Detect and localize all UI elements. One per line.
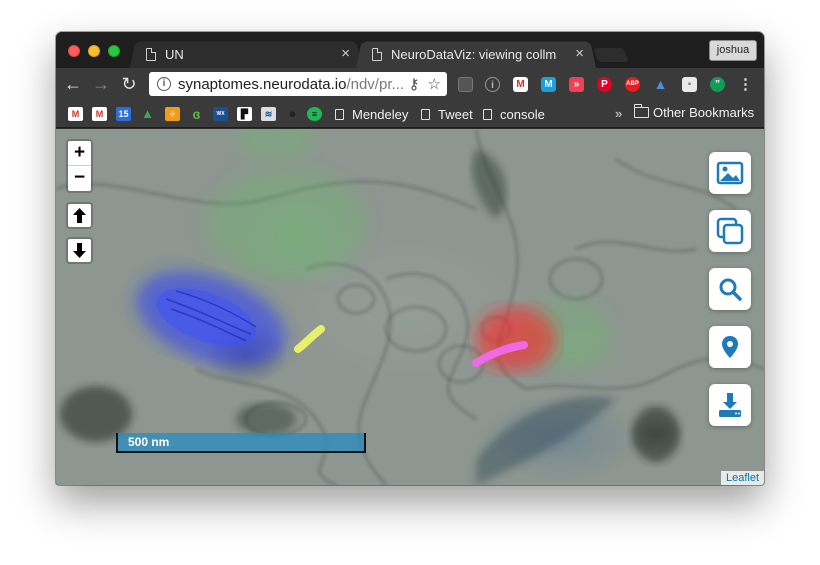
page-icon — [421, 108, 430, 120]
profile-button[interactable]: joshua — [709, 40, 757, 61]
page-icon — [335, 108, 344, 120]
search-icon — [719, 278, 742, 301]
bookmark-drive-icon[interactable]: ▲ — [140, 107, 155, 121]
hangouts-icon[interactable]: ” — [710, 77, 725, 92]
bookmark-pocket-icon[interactable]: ▛ — [237, 107, 252, 121]
more-bookmarks-button[interactable]: » — [615, 106, 622, 121]
location-pin-icon — [722, 336, 738, 358]
toolbar: ← → ↻ i synaptomes.neurodata.io/ndv/pr..… — [56, 68, 764, 100]
em-image — [56, 129, 764, 485]
bookmark-jsfiddle-icon[interactable]: ɞ — [189, 107, 204, 121]
other-bookmarks-folder[interactable]: Other Bookmarks — [634, 104, 754, 120]
reload-button[interactable]: ↻ — [118, 73, 140, 95]
bookmark-mendeley[interactable]: Mendeley — [335, 105, 408, 123]
m-icon[interactable]: M — [541, 77, 556, 92]
tab-un[interactable]: UN × — [130, 40, 362, 68]
stack-icon[interactable] — [458, 77, 473, 92]
note-icon[interactable]: ▪ — [682, 77, 697, 92]
star-icon[interactable]: ☆ — [428, 75, 441, 93]
close-tab-icon[interactable]: × — [575, 45, 584, 62]
pocket-icon[interactable]: » — [569, 77, 584, 92]
bookmark-calendar-icon[interactable]: 15 — [116, 107, 131, 121]
pinterest-icon[interactable]: P — [597, 77, 612, 92]
url-text[interactable]: synaptomes.neurodata.io/ndv/pr... — [178, 76, 404, 93]
menu-icon[interactable]: ⋮ — [738, 77, 753, 92]
image-icon — [716, 161, 744, 185]
new-tab-button[interactable] — [593, 48, 629, 62]
bookmark-weather-icon[interactable]: WX — [213, 107, 228, 121]
back-button[interactable]: ← — [62, 73, 84, 95]
page-icon — [483, 108, 492, 120]
zoom-control: + − — [66, 139, 93, 193]
url-domain: synaptomes.neurodata.io — [178, 75, 347, 93]
arrow-up-icon — [73, 208, 86, 223]
bookmark-spotify-icon[interactable]: ≡ — [307, 107, 322, 121]
scale-bar: 500 nm — [116, 433, 366, 453]
close-window-button[interactable] — [68, 45, 80, 57]
maximize-window-button[interactable] — [108, 45, 120, 57]
bookmark-github-icon[interactable]: ● — [285, 107, 300, 121]
forward-button[interactable]: → — [90, 73, 112, 95]
graduate-icon[interactable]: ▲ — [653, 77, 668, 92]
tab-strip: UN × NeuroDataViz: viewing collman × jos… — [56, 32, 764, 68]
info-extension-icon[interactable]: i — [485, 77, 500, 92]
layers-icon — [716, 217, 744, 245]
page-icon — [146, 47, 156, 61]
tab-title: NeuroDataViz: viewing collman — [391, 46, 557, 62]
search-button[interactable] — [709, 268, 751, 310]
gmail-checker-icon[interactable]: M — [513, 77, 528, 92]
adblock-icon[interactable]: ABP — [625, 77, 640, 92]
key-icon[interactable]: ⚷ — [409, 75, 420, 93]
bookmark-grid-icon[interactable]: ⁘ — [165, 107, 180, 121]
layers-button[interactable] — [709, 210, 751, 252]
close-tab-icon[interactable]: × — [341, 45, 350, 62]
pan-down-button[interactable] — [66, 237, 93, 264]
download-button[interactable] — [709, 384, 751, 426]
address-bar[interactable]: i synaptomes.neurodata.io/ndv/pr... ⚷ ☆ — [149, 72, 447, 96]
location-button[interactable] — [709, 326, 751, 368]
leaflet-attribution-link[interactable]: Leaflet — [720, 471, 764, 485]
zoom-out-button[interactable]: − — [68, 166, 91, 191]
bookmark-gmail-icon[interactable]: M — [68, 107, 83, 121]
pan-up-button[interactable] — [66, 202, 93, 229]
bookmark-console[interactable]: console — [483, 105, 545, 123]
zoom-in-button[interactable]: + — [68, 141, 91, 166]
browser-window: UN × NeuroDataViz: viewing collman × jos… — [56, 32, 764, 485]
bookmark-doc-icon[interactable]: ≋ — [261, 107, 276, 121]
page-icon — [372, 47, 382, 61]
tab-neurodataviz[interactable]: NeuroDataViz: viewing collman × — [356, 40, 596, 68]
site-info-icon[interactable]: i — [157, 77, 171, 91]
arrow-down-icon — [73, 243, 86, 258]
map-viewport[interactable]: + − 500 nm Leaflet — [56, 129, 764, 485]
image-layer-button[interactable] — [709, 152, 751, 194]
url-path: /ndv/pr... — [346, 75, 404, 93]
minimize-window-button[interactable] — [88, 45, 100, 57]
bookmark-gmail-alt-icon[interactable]: M — [92, 107, 107, 121]
folder-icon — [634, 104, 649, 118]
bookmark-tweet[interactable]: Tweet — [421, 105, 473, 123]
bookmarks-bar: M M 15 ▲ ⁘ ɞ WX ▛ ≋ ● ≡ Mendeley Tweet c… — [56, 100, 764, 128]
tab-title: UN — [165, 46, 184, 62]
download-icon — [719, 393, 741, 417]
